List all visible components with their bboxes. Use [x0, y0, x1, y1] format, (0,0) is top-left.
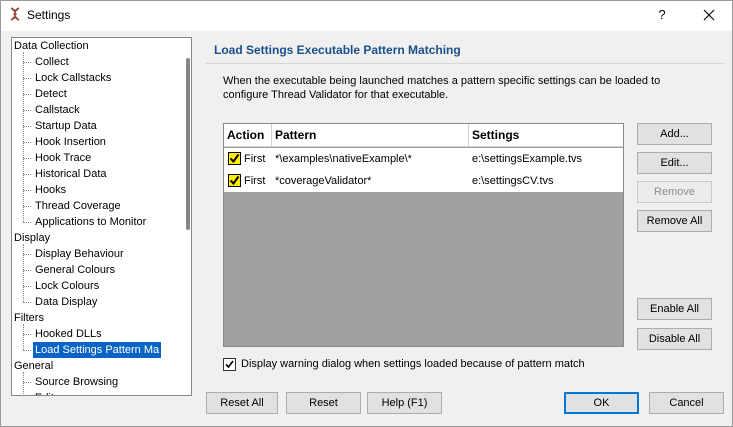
tree-item[interactable]: Hook Insertion: [33, 134, 108, 150]
tree-category[interactable]: Display: [14, 230, 50, 246]
remove-all-button[interactable]: Remove All: [637, 210, 712, 232]
ok-button[interactable]: OK: [564, 392, 639, 414]
tree-connector: [23, 78, 31, 79]
tree-connector: [23, 62, 31, 63]
column-header-settings[interactable]: Settings: [469, 124, 623, 146]
tree-item[interactable]: Display Behaviour: [33, 246, 126, 262]
row-settings: e:\settingsCV.tvs: [472, 175, 554, 187]
tree-connector: [23, 254, 31, 255]
settings-tree[interactable]: EditSource BrowsingGeneralLoad Settings …: [11, 37, 192, 396]
tree-item[interactable]: Thread Coverage: [33, 198, 123, 214]
tree-scrollbar-thumb[interactable]: [186, 58, 190, 230]
table-row[interactable]: First *coverageValidator* e:\settingsCV.…: [224, 170, 623, 192]
page-title: Load Settings Executable Pattern Matchin…: [214, 43, 461, 57]
tree-category[interactable]: General: [14, 358, 53, 374]
row-action: First: [244, 175, 266, 187]
tree-connector: [23, 206, 31, 207]
tree-item[interactable]: Lock Callstacks: [33, 70, 113, 86]
tree-item[interactable]: Callstack: [33, 102, 82, 118]
warning-checkbox[interactable]: [223, 358, 236, 371]
enable-all-button[interactable]: Enable All: [637, 298, 712, 320]
reset-all-button[interactable]: Reset All: [206, 392, 278, 414]
tree-connector: [23, 372, 24, 395]
tree-connector: [23, 286, 31, 287]
warning-label: Display warning dialog when settings loa…: [241, 358, 585, 370]
remove-button[interactable]: Remove: [637, 181, 712, 203]
tree-connector: [23, 126, 31, 127]
tree-connector: [23, 94, 31, 95]
table-header: Action Pattern Settings: [224, 124, 623, 147]
tree-item[interactable]: Source Browsing: [33, 374, 120, 390]
close-button[interactable]: [691, 3, 727, 27]
disable-all-button[interactable]: Disable All: [637, 328, 712, 350]
tree-category[interactable]: Data Collection: [14, 38, 89, 54]
tree-item[interactable]: Load Settings Pattern Ma: [33, 342, 162, 358]
tree-connector: [23, 190, 31, 191]
help-button[interactable]: Help (F1): [367, 392, 442, 414]
tree-item[interactable]: Historical Data: [33, 166, 109, 182]
tree-item[interactable]: Data Display: [33, 294, 99, 310]
settings-window: Settings ? EditSource BrowsingGeneralLoa…: [0, 0, 733, 427]
table-row[interactable]: First *\examples\nativeExample\* e:\sett…: [224, 148, 623, 170]
tree-item[interactable]: General Colours: [33, 262, 117, 278]
app-logo-icon: [10, 7, 20, 21]
row-enable-checkbox[interactable]: [228, 152, 241, 165]
add-button[interactable]: Add...: [637, 123, 712, 145]
help-title-button[interactable]: ?: [648, 3, 676, 27]
tree-item[interactable]: Hook Trace: [33, 150, 93, 166]
row-pattern: *coverageValidator*: [275, 175, 372, 187]
close-icon: [703, 9, 715, 21]
checkmark-icon: [225, 360, 234, 369]
page-description: When the executable being launched match…: [223, 75, 661, 101]
tree-connector: [23, 142, 31, 143]
tree-item[interactable]: Startup Data: [33, 118, 99, 134]
row-action: First: [244, 153, 266, 165]
checkmark-icon: [229, 175, 240, 186]
tree-connector: [23, 110, 31, 111]
tree-connector: [23, 334, 31, 335]
checkmark-icon: [229, 153, 240, 164]
tree-connector: [23, 382, 31, 383]
column-header-pattern[interactable]: Pattern: [272, 124, 469, 146]
column-header-action[interactable]: Action: [224, 124, 272, 146]
title-bar[interactable]: Settings ?: [1, 1, 732, 31]
tree-item[interactable]: Applications to Monitor: [33, 214, 148, 230]
pattern-table[interactable]: Action Pattern Settings First *\examples…: [223, 123, 624, 347]
tree-connector: [23, 158, 31, 159]
tree-connector: [23, 244, 24, 302]
tree-item[interactable]: Collect: [33, 54, 71, 70]
row-enable-checkbox[interactable]: [228, 174, 241, 187]
tree-connector: [23, 350, 31, 351]
tree-item[interactable]: Edit: [33, 390, 56, 395]
cancel-button[interactable]: Cancel: [649, 392, 724, 414]
tree-category[interactable]: Filters: [14, 310, 44, 326]
row-pattern: *\examples\nativeExample\*: [275, 153, 412, 165]
tree-connector: [23, 302, 31, 303]
tree-item[interactable]: Lock Colours: [33, 278, 101, 294]
tree-item[interactable]: Detect: [33, 86, 69, 102]
tree-connector: [23, 174, 31, 175]
tree-connector: [23, 270, 31, 271]
edit-button[interactable]: Edit...: [637, 152, 712, 174]
window-title: Settings: [27, 8, 71, 22]
tree-item[interactable]: Hooks: [33, 182, 68, 198]
tree-item[interactable]: Hooked DLLs: [33, 326, 104, 342]
tree-connector: [23, 222, 31, 223]
row-settings: e:\settingsExample.tvs: [472, 153, 583, 165]
reset-button[interactable]: Reset: [286, 392, 361, 414]
tree-connector: [23, 324, 24, 350]
title-divider: [206, 63, 725, 64]
